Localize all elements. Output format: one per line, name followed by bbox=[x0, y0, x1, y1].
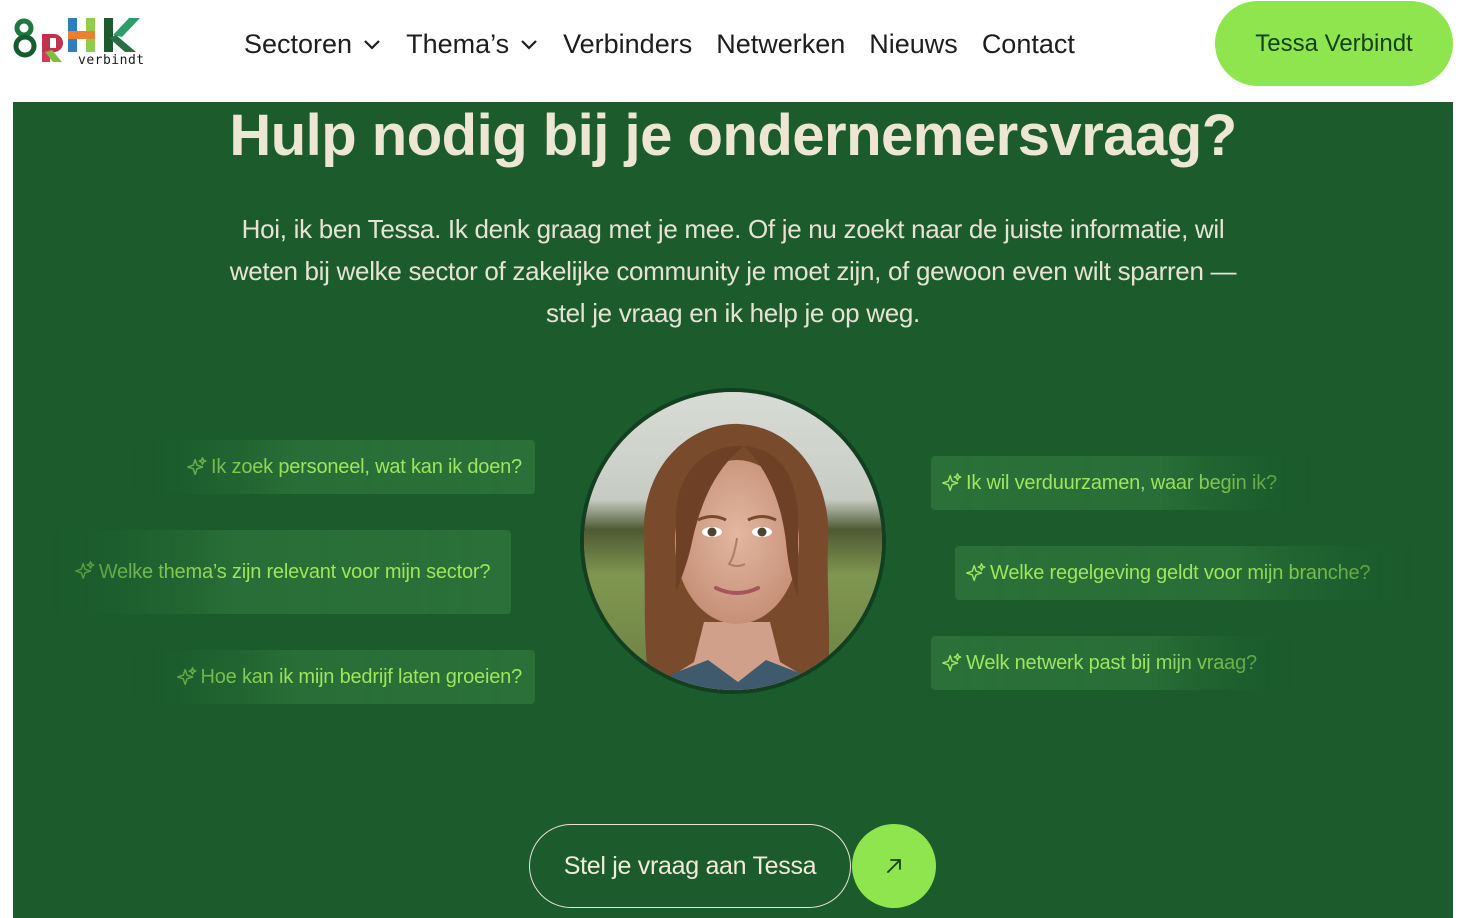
hero-section: Hulp nodig bij je ondernemersvraag? Hoi,… bbox=[13, 102, 1453, 918]
ask-tessa-arrow-button[interactable] bbox=[852, 824, 936, 908]
nav-item-label: Contact bbox=[981, 28, 1075, 59]
ask-tessa-button[interactable]: Stel je vraag aan Tessa bbox=[529, 824, 851, 908]
question-text: Welke regelgeving geldt voor mijn branch… bbox=[990, 562, 1371, 584]
main-nav: Sectoren Thema’s Verbinders Netwerken Ni… bbox=[244, 24, 1099, 64]
logo[interactable]: verbindt bbox=[12, 16, 148, 72]
nav-item-label: Sectoren bbox=[244, 28, 353, 59]
tessa-verbindt-button[interactable]: Tessa Verbindt bbox=[1215, 1, 1453, 86]
question-chip[interactable]: Hoe kan ik mijn bedrijf laten groeien? bbox=[133, 650, 535, 704]
avatar bbox=[580, 388, 886, 694]
question-chip[interactable]: Welke regelgeving geldt voor mijn branch… bbox=[955, 546, 1413, 600]
logo-subtitle: verbindt bbox=[78, 53, 145, 68]
sparkle-icon bbox=[187, 457, 207, 476]
question-chip[interactable]: Ik wil verduurzamen, waar begin ik? bbox=[931, 456, 1311, 510]
chevron-down-icon bbox=[521, 40, 537, 50]
nav-item-label: Verbinders bbox=[563, 28, 693, 59]
arrow-up-right-icon bbox=[887, 859, 901, 873]
nav-item-label: Thema’s bbox=[406, 28, 510, 59]
nav-item-netwerken[interactable]: Netwerken bbox=[716, 29, 845, 60]
site-header: verbindt Sectoren Thema’s Verbinders Net… bbox=[0, 0, 1473, 102]
hero-intro: Hoi, ik ben Tessa. Ik denk graag met je … bbox=[229, 214, 1237, 328]
nav-item-themas[interactable]: Thema’s bbox=[406, 29, 539, 60]
question-text: Welk netwerk past bij mijn vraag? bbox=[966, 652, 1257, 674]
question-text: Welke thema’s zijn relevant voor mijn se… bbox=[74, 557, 491, 587]
nav-item-verbinders[interactable]: Verbinders bbox=[563, 29, 692, 60]
nav-item-contact[interactable]: Contact bbox=[982, 29, 1075, 60]
sparkle-icon bbox=[74, 561, 95, 580]
sparkle-icon bbox=[966, 563, 986, 582]
question-chip[interactable]: Welk netwerk past bij mijn vraag? bbox=[931, 636, 1293, 690]
question-label: Welke thema’s zijn relevant voor mijn se… bbox=[98, 561, 491, 583]
tessa-portrait bbox=[584, 392, 882, 690]
question-text: Ik wil verduurzamen, waar begin ik? bbox=[966, 472, 1277, 494]
page-title: Hulp nodig bij je ondernemersvraag? bbox=[229, 103, 1237, 168]
question-chip[interactable]: Welke thema’s zijn relevant voor mijn se… bbox=[53, 530, 511, 614]
sparkle-icon bbox=[942, 653, 962, 672]
nav-item-nieuws[interactable]: Nieuws bbox=[869, 29, 958, 60]
nav-item-label: Nieuws bbox=[869, 28, 958, 59]
sparkle-icon bbox=[942, 473, 962, 492]
nav-item-sectoren[interactable]: Sectoren bbox=[244, 29, 382, 60]
question-text: Ik zoek personeel, wat kan ik doen? bbox=[211, 456, 522, 478]
sparkle-icon bbox=[176, 667, 196, 686]
question-text: Hoe kan ik mijn bedrijf laten groeien? bbox=[200, 666, 523, 688]
nav-item-label: Netwerken bbox=[716, 28, 846, 59]
question-chip[interactable]: Ik zoek personeel, wat kan ik doen? bbox=[133, 440, 535, 494]
chevron-down-icon bbox=[364, 40, 380, 50]
